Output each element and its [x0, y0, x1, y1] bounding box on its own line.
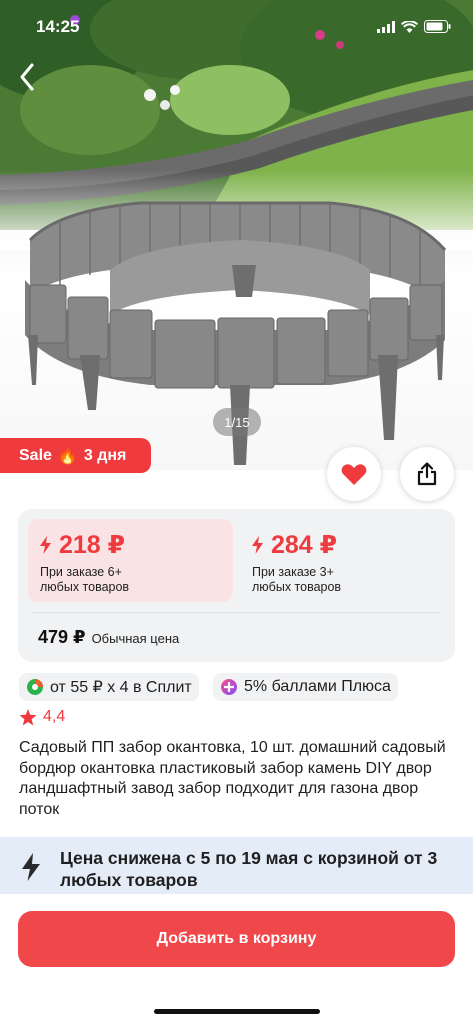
product-image-gallery[interactable]: 14:25 1/15: [0, 0, 473, 470]
back-button[interactable]: [10, 60, 44, 94]
add-to-cart-button[interactable]: Добавить в корзину: [18, 911, 455, 967]
favorite-button[interactable]: [327, 447, 381, 501]
product-rating[interactable]: 4,4: [19, 708, 65, 726]
product-title: Садовый ПП забор окантовка, 10 шт. домаш…: [19, 739, 446, 818]
regular-price: 479 ₽ Обычная цена: [38, 627, 179, 648]
heart-icon: [341, 463, 367, 485]
star-icon: [19, 708, 37, 725]
price-6plus: 218 ₽: [59, 531, 126, 559]
plus-points-icon: [221, 679, 237, 695]
sale-days: 3 дня: [83, 446, 127, 464]
promo-text: Цена снижена с 5 по 19 мая с корзиной от…: [60, 848, 438, 890]
lightning-icon: [40, 536, 51, 554]
price-option-6plus[interactable]: 218 ₽ При заказе 6+ любых товаров: [28, 519, 233, 602]
signal-icon: [377, 20, 395, 33]
share-button[interactable]: [400, 447, 454, 501]
price-card: 218 ₽ При заказе 6+ любых товаров 284 ₽ …: [18, 509, 455, 662]
split-chip-label: от 55 ₽ x 4 в Сплит: [50, 679, 192, 696]
regular-price-value: 479 ₽: [38, 627, 86, 647]
sale-label: Sale: [19, 446, 52, 464]
price-note: При заказе 3+ любых товаров: [252, 565, 342, 594]
fire-icon: 🔥: [57, 447, 78, 465]
price-option-3plus[interactable]: 284 ₽ При заказе 3+ любых товаров: [240, 519, 445, 602]
home-indicator: [154, 1009, 320, 1014]
price-value: 284 ₽: [252, 531, 445, 559]
status-time: 14:25: [36, 17, 80, 36]
split-icon: [27, 679, 43, 695]
price-divider: [32, 612, 441, 613]
status-icons: [377, 20, 451, 33]
battery-icon: [424, 20, 451, 33]
lightning-icon: [22, 853, 40, 881]
wifi-icon: [401, 20, 418, 33]
price-note: При заказе 6+ любых товаров: [40, 565, 130, 594]
share-icon: [417, 462, 437, 486]
plus-chip[interactable]: 5% баллами Плюса: [213, 673, 398, 701]
split-chip[interactable]: от 55 ₽ x 4 в Сплит: [19, 673, 199, 701]
regular-price-label: Обычная цена: [91, 631, 180, 646]
sale-badge: Sale 🔥 3 дня: [0, 438, 151, 473]
gallery-counter: 1/15: [213, 408, 261, 436]
plus-chip-label: 5% баллами Плюса: [244, 678, 391, 695]
lightning-icon: [252, 536, 263, 554]
price-3plus: 284 ₽: [271, 531, 338, 559]
promo-banner[interactable]: Цена снижена с 5 по 19 мая с корзиной от…: [0, 837, 473, 894]
price-value: 218 ₽: [40, 531, 233, 559]
rating-value: 4,4: [43, 708, 66, 725]
chevron-left-icon: [20, 63, 34, 91]
